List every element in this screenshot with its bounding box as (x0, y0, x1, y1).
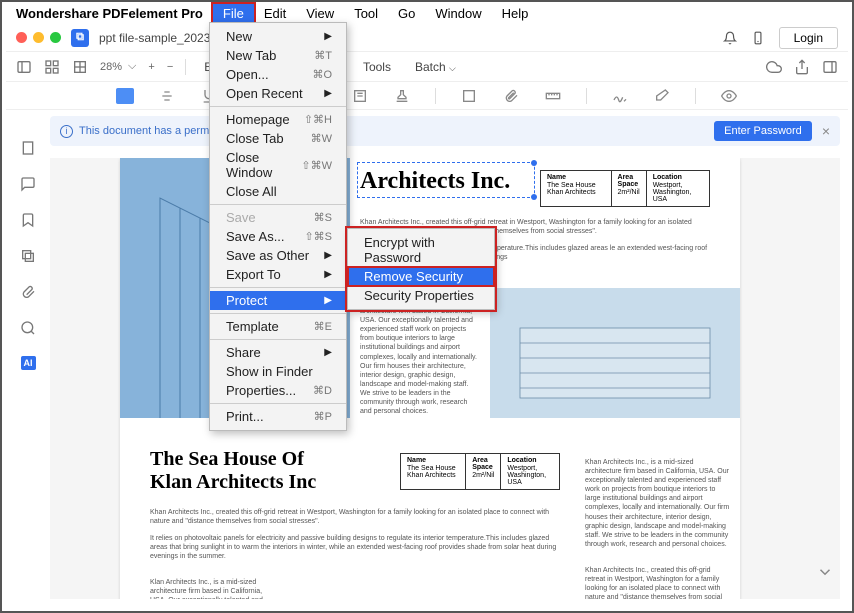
menu-share[interactable]: Share▶ (210, 343, 346, 362)
zoom-out-icon[interactable]: − (167, 61, 173, 73)
permission-text: This document has a permission pa (79, 125, 714, 137)
doc-paragraph: Khan Architects Inc., is a mid-sized arc… (360, 298, 480, 416)
enter-password-button[interactable]: Enter Password (714, 121, 812, 141)
menu-save: Save⌘S (210, 208, 346, 227)
bell-icon[interactable] (723, 31, 737, 45)
submenu-remove-security[interactable]: Remove Security (348, 267, 494, 286)
signature-icon[interactable] (611, 88, 629, 104)
app-window: ⧉ ppt file-sample_2023_0 Login 28% ⌵ + −… (6, 24, 848, 607)
app-logo-icon: ⧉ (71, 29, 89, 47)
chevron-down-icon: ⌵ (128, 60, 136, 73)
info-icon: i (60, 125, 73, 138)
attachment-icon[interactable] (20, 284, 36, 300)
grid-icon[interactable] (72, 59, 88, 75)
menu-show-in-finder[interactable]: Show in Finder (210, 362, 346, 381)
tab-batch[interactable]: Batch ⌵ (409, 56, 462, 78)
sidebar-toggle-icon[interactable] (16, 59, 32, 75)
document-tab[interactable]: ppt file-sample_2023_0 (99, 31, 713, 45)
tab-tools[interactable]: Tools (357, 56, 397, 78)
menu-open[interactable]: Open...⌘O (210, 65, 346, 84)
menu-file[interactable]: File (213, 4, 254, 23)
document-viewport[interactable]: Architects Inc. NameThe Sea House Khan A… (50, 158, 840, 599)
close-icon[interactable] (16, 32, 27, 43)
menu-protect[interactable]: Protect▶ (210, 291, 346, 310)
panel-icon[interactable] (822, 59, 838, 75)
cloud-icon[interactable] (766, 59, 782, 75)
eraser-icon[interactable] (653, 88, 671, 104)
menu-save-as[interactable]: Save As...⇧⌘S (210, 227, 346, 246)
titlebar: ⧉ ppt file-sample_2023_0 Login (6, 24, 848, 52)
ai-badge-icon[interactable]: AI (21, 356, 36, 370)
doc-heading: Architects Inc. (360, 168, 510, 195)
doc-paragraph: Klan Architects Inc., is a mid-sized arc… (150, 578, 280, 599)
close-bar-icon[interactable]: × (822, 123, 830, 139)
menu-export-to[interactable]: Export To▶ (210, 265, 346, 284)
shape-icon[interactable] (460, 88, 478, 104)
tool-icon-row (6, 82, 848, 110)
thumbnails-icon[interactable] (44, 59, 60, 75)
note-icon[interactable] (351, 88, 369, 104)
search-icon[interactable] (20, 320, 36, 336)
doc-paragraph: Khan Architects Inc., created this off-g… (585, 566, 730, 599)
main-toolbar: 28% ⌵ + − Edit Form Protect Tools Batch … (6, 52, 848, 82)
submenu-security-properties[interactable]: Security Properties (348, 286, 494, 305)
doc-paragraph: Khan Architects Inc., is a mid-sized arc… (585, 458, 730, 549)
menu-properties[interactable]: Properties...⌘D (210, 381, 346, 400)
strikethrough-icon[interactable] (158, 88, 176, 104)
maximize-icon[interactable] (50, 32, 61, 43)
menu-edit[interactable]: Edit (254, 4, 296, 23)
building-image (490, 288, 740, 418)
menu-print[interactable]: Print...⌘P (210, 407, 346, 426)
zoom-in-icon[interactable]: + (148, 61, 154, 73)
menu-new[interactable]: New▶ (210, 27, 346, 46)
doc-paragraph: Khan Architects Inc., created this off-g… (150, 508, 560, 526)
menu-tool[interactable]: Tool (344, 4, 388, 23)
stamp-icon[interactable] (393, 88, 411, 104)
zoom-value: 28% (100, 61, 122, 73)
menu-open-recent[interactable]: Open Recent▶ (210, 84, 346, 103)
permission-bar: i This document has a permission pa Ente… (50, 116, 840, 146)
protect-submenu: Encrypt with Password Remove Security Se… (347, 228, 495, 310)
menu-new-tab[interactable]: New Tab⌘T (210, 46, 346, 65)
menu-help[interactable]: Help (492, 4, 539, 23)
menu-template[interactable]: Template⌘E (210, 317, 346, 336)
mobile-icon[interactable] (751, 31, 765, 45)
login-button[interactable]: Login (779, 27, 838, 49)
info-table: NameThe Sea House Khan Architects Area S… (400, 453, 560, 490)
menu-window[interactable]: Window (425, 4, 491, 23)
menu-save-as-other[interactable]: Save as Other▶ (210, 246, 346, 265)
menu-close-all[interactable]: Close All (210, 182, 346, 201)
menu-go[interactable]: Go (388, 4, 425, 23)
file-menu: New▶ New Tab⌘T Open...⌘O Open Recent▶ Ho… (209, 22, 347, 431)
menu-close-window[interactable]: Close Window⇧⌘W (210, 148, 346, 182)
left-sidebar: AI (10, 132, 46, 370)
minimize-icon[interactable] (33, 32, 44, 43)
layers-icon[interactable] (20, 248, 36, 264)
zoom-control[interactable]: 28% ⌵ + − (100, 60, 173, 73)
chevron-down-icon: ⌵ (449, 63, 456, 73)
info-table: NameThe Sea House Khan Architects Area S… (540, 170, 710, 207)
doc-paragraph: It relies on photovoltaic panels for ele… (150, 534, 560, 561)
submenu-encrypt[interactable]: Encrypt with Password (348, 233, 494, 267)
traffic-lights (16, 32, 61, 43)
menu-view[interactable]: View (296, 4, 344, 23)
doc-heading-2: The Sea House Of Klan Architects Inc (150, 448, 316, 494)
measure-icon[interactable] (544, 88, 562, 104)
eye-icon[interactable] (720, 88, 738, 104)
attachment-icon[interactable] (502, 88, 520, 104)
text-tool-icon[interactable] (116, 88, 134, 104)
share-icon[interactable] (794, 59, 810, 75)
bookmark-icon[interactable] (20, 212, 36, 228)
menu-close-tab[interactable]: Close Tab⌘W (210, 129, 346, 148)
macos-menubar: Wondershare PDFelement Pro File Edit Vie… (2, 2, 852, 24)
menu-homepage[interactable]: Homepage⇧⌘H (210, 110, 346, 129)
comment-icon[interactable] (20, 176, 36, 192)
chevron-down-icon[interactable] (816, 563, 834, 581)
app-name: Wondershare PDFelement Pro (16, 6, 203, 21)
page-icon[interactable] (20, 140, 36, 156)
